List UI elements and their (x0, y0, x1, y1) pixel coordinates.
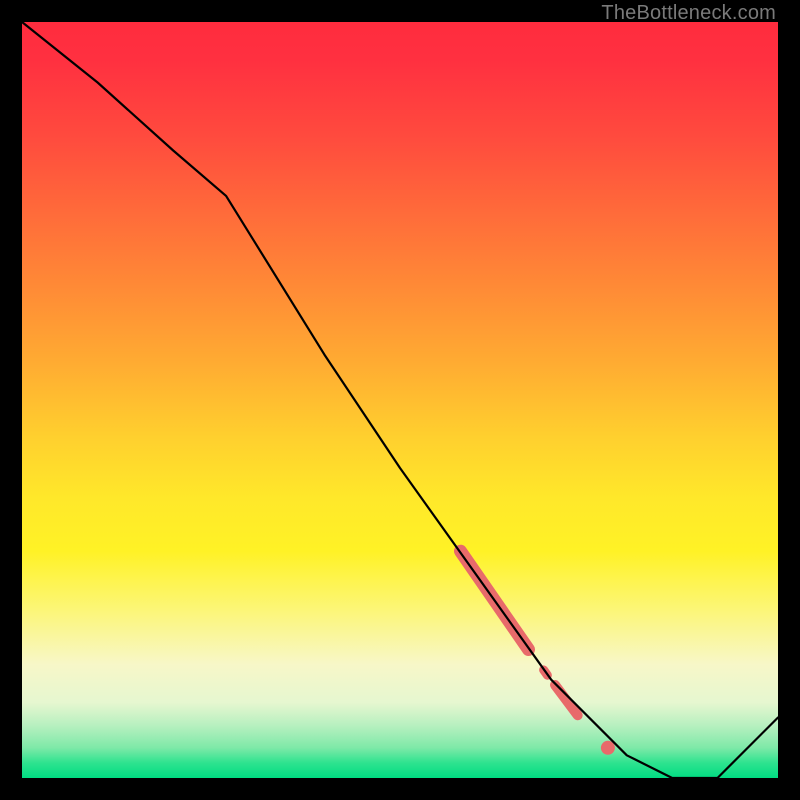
highlight-point (601, 741, 615, 755)
chart-frame: TheBottleneck.com (0, 0, 800, 800)
highlight-segment (555, 685, 578, 715)
data-curve (22, 22, 778, 778)
watermark-text: TheBottleneck.com (601, 2, 776, 25)
highlight-markers (461, 551, 615, 755)
chart-overlay (22, 22, 778, 778)
